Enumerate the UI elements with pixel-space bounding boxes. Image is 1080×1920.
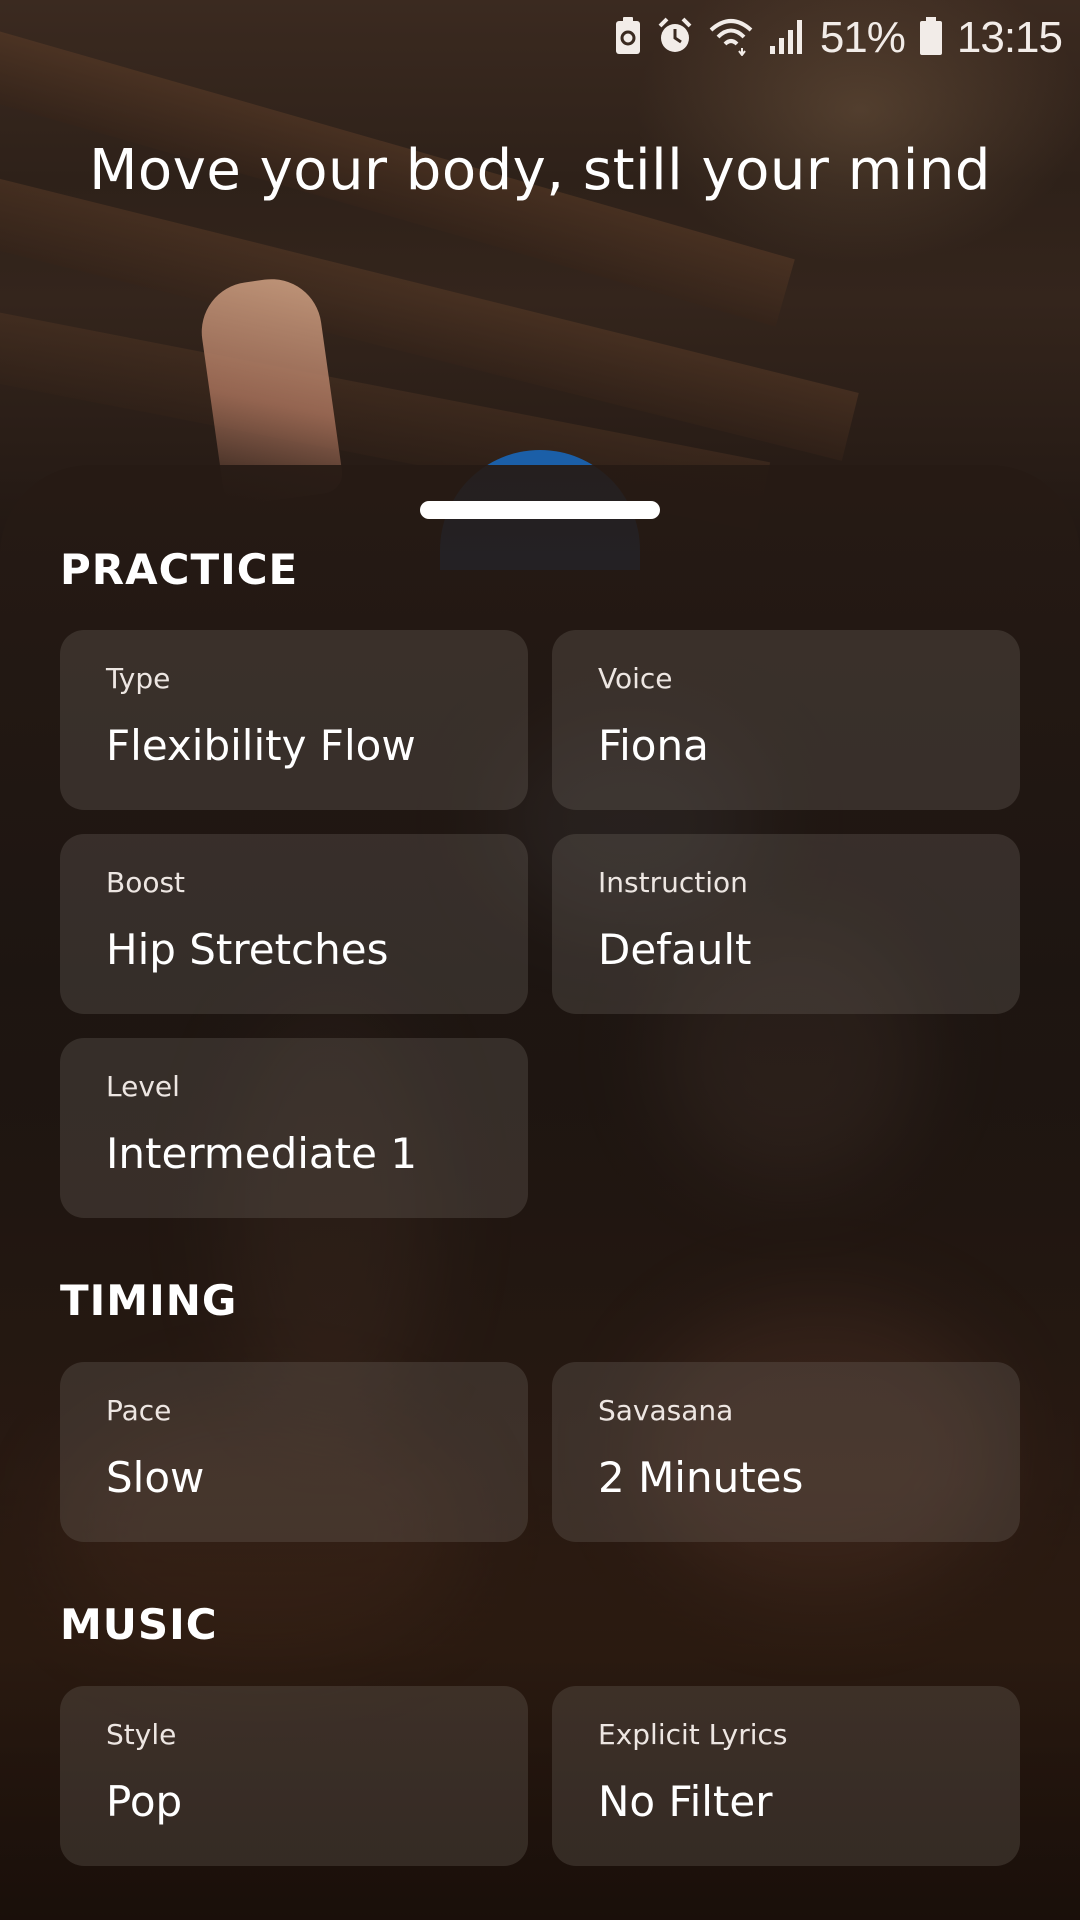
sheet-drag-handle[interactable] [420,501,660,519]
card-label: Boost [106,866,186,899]
settings-sheet: PRACTICE Type Flexibility Flow Voice Fio… [0,465,1080,1920]
card-value: Intermediate 1 [106,1129,418,1178]
card-label: Savasana [598,1394,734,1427]
card-value: Pop [106,1777,183,1826]
headline: Move your body, still your mind [89,138,991,203]
card-label: Level [106,1070,180,1103]
card-value: 2 Minutes [598,1453,804,1502]
status-icons: 51% 13:15 [614,12,1063,64]
timing-pace-card[interactable]: Pace Slow [60,1362,528,1542]
practice-type-card[interactable]: Type Flexibility Flow [60,630,528,810]
card-value: Default [598,925,752,974]
card-label: Style [106,1718,177,1751]
music-explicit-lyrics-card[interactable]: Explicit Lyrics No Filter [552,1686,1020,1866]
alarm-icon [656,16,694,60]
timing-savasana-card[interactable]: Savasana 2 Minutes [552,1362,1020,1542]
card-value: Slow [106,1453,205,1502]
practice-instruction-card[interactable]: Instruction Default [552,834,1020,1014]
card-value: No Filter [598,1777,773,1826]
card-label: Pace [106,1394,172,1427]
status-bar: 51% 13:15 [0,0,1080,76]
card-value: Fiona [598,721,709,770]
practice-voice-card[interactable]: Voice Fiona [552,630,1020,810]
section-title-practice: PRACTICE [60,545,299,594]
battery-percent: 51% [819,13,906,62]
wifi-icon [708,16,754,60]
section-title-timing: TIMING [60,1276,238,1325]
signal-icon [768,16,806,60]
practice-level-card[interactable]: Level Intermediate 1 [60,1038,528,1218]
practice-boost-card[interactable]: Boost Hip Stretches [60,834,528,1014]
card-label: Explicit Lyrics [598,1718,788,1751]
clock: 13:15 [956,13,1063,62]
card-label: Type [106,662,171,695]
card-value: Flexibility Flow [106,721,416,770]
card-value: Hip Stretches [106,925,389,974]
card-label: Instruction [598,866,748,899]
section-title-music: MUSIC [60,1600,218,1649]
battery-icon [919,16,943,60]
music-style-card[interactable]: Style Pop [60,1686,528,1866]
card-label: Voice [598,662,673,695]
recycle-battery-icon [614,16,642,60]
